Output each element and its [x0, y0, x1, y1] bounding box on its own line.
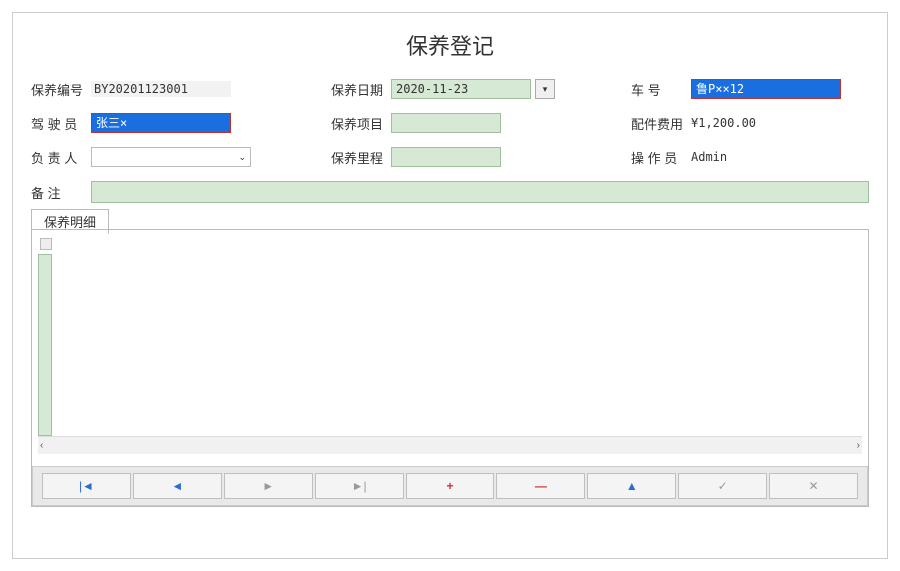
label-maint-no: 保养编号 [31, 80, 91, 99]
input-maint-date[interactable]: 2020-11-23 [391, 79, 531, 99]
grid-row-selector[interactable] [38, 254, 52, 436]
input-vehicle-no[interactable]: 鲁P××12 [691, 79, 841, 99]
prev-icon: ◄ [171, 479, 183, 493]
label-parts-cost: 配件费用 [631, 114, 691, 133]
scroll-left-icon: ‹ [40, 440, 43, 451]
value-parts-cost: ¥1,200.00 [691, 116, 756, 130]
label-vehicle-no: 车 号 [631, 80, 691, 99]
input-driver[interactable]: 张三× [91, 113, 231, 133]
chevron-down-icon: ⌄ [238, 152, 246, 163]
value-operator: Admin [691, 150, 727, 164]
record-navigator: |◄ ◄ ► ►| + — ▲ ✓ ✕ [32, 466, 868, 506]
label-remark: 备 注 [31, 183, 91, 202]
nav-add-button[interactable]: + [406, 473, 495, 499]
label-maint-date: 保养日期 [331, 80, 391, 99]
label-maint-item: 保养项目 [331, 114, 391, 133]
detail-panel: ‹ › |◄ ◄ ► ►| + — ▲ ✓ ✕ [31, 229, 869, 507]
label-operator: 操 作 员 [631, 148, 691, 167]
nav-last-button[interactable]: ►| [315, 473, 404, 499]
input-remark[interactable] [91, 181, 869, 203]
nav-edit-button[interactable]: ▲ [587, 473, 676, 499]
chevron-down-icon: ▾ [543, 84, 548, 95]
nav-next-button[interactable]: ► [224, 473, 313, 499]
nav-ok-button[interactable]: ✓ [678, 473, 767, 499]
plus-icon: + [447, 479, 454, 493]
nav-prev-button[interactable]: ◄ [133, 473, 222, 499]
label-responsible: 负 责 人 [31, 148, 91, 167]
value-maint-no: BY20201123001 [91, 81, 231, 97]
x-icon: ✕ [809, 479, 819, 493]
nav-delete-button[interactable]: — [496, 473, 585, 499]
grid-select-all-checkbox[interactable] [40, 238, 52, 250]
input-maint-mileage[interactable] [391, 147, 501, 167]
input-maint-item[interactable] [391, 113, 501, 133]
last-icon: ►| [352, 479, 367, 493]
page-title: 保养登记 [31, 29, 869, 61]
first-icon: |◄ [79, 479, 94, 493]
form-area: 保养编号 BY20201123001 保养日期 2020-11-23 ▾ 车 号… [31, 79, 869, 203]
minus-icon: — [535, 479, 547, 493]
label-driver: 驾 驶 员 [31, 114, 91, 133]
next-icon: ► [262, 479, 274, 493]
triangle-up-icon: ▲ [626, 479, 638, 493]
nav-first-button[interactable]: |◄ [42, 473, 131, 499]
select-responsible[interactable]: ⌄ [91, 147, 251, 167]
maintenance-form-window: 保养登记 保养编号 BY20201123001 保养日期 2020-11-23 … [12, 12, 888, 559]
date-picker-button[interactable]: ▾ [535, 79, 555, 99]
scroll-right-icon: › [857, 440, 860, 451]
check-icon: ✓ [718, 479, 728, 493]
horizontal-scrollbar[interactable]: ‹ › [38, 436, 862, 454]
label-maint-mileage: 保养里程 [331, 148, 391, 167]
nav-cancel-button[interactable]: ✕ [769, 473, 858, 499]
